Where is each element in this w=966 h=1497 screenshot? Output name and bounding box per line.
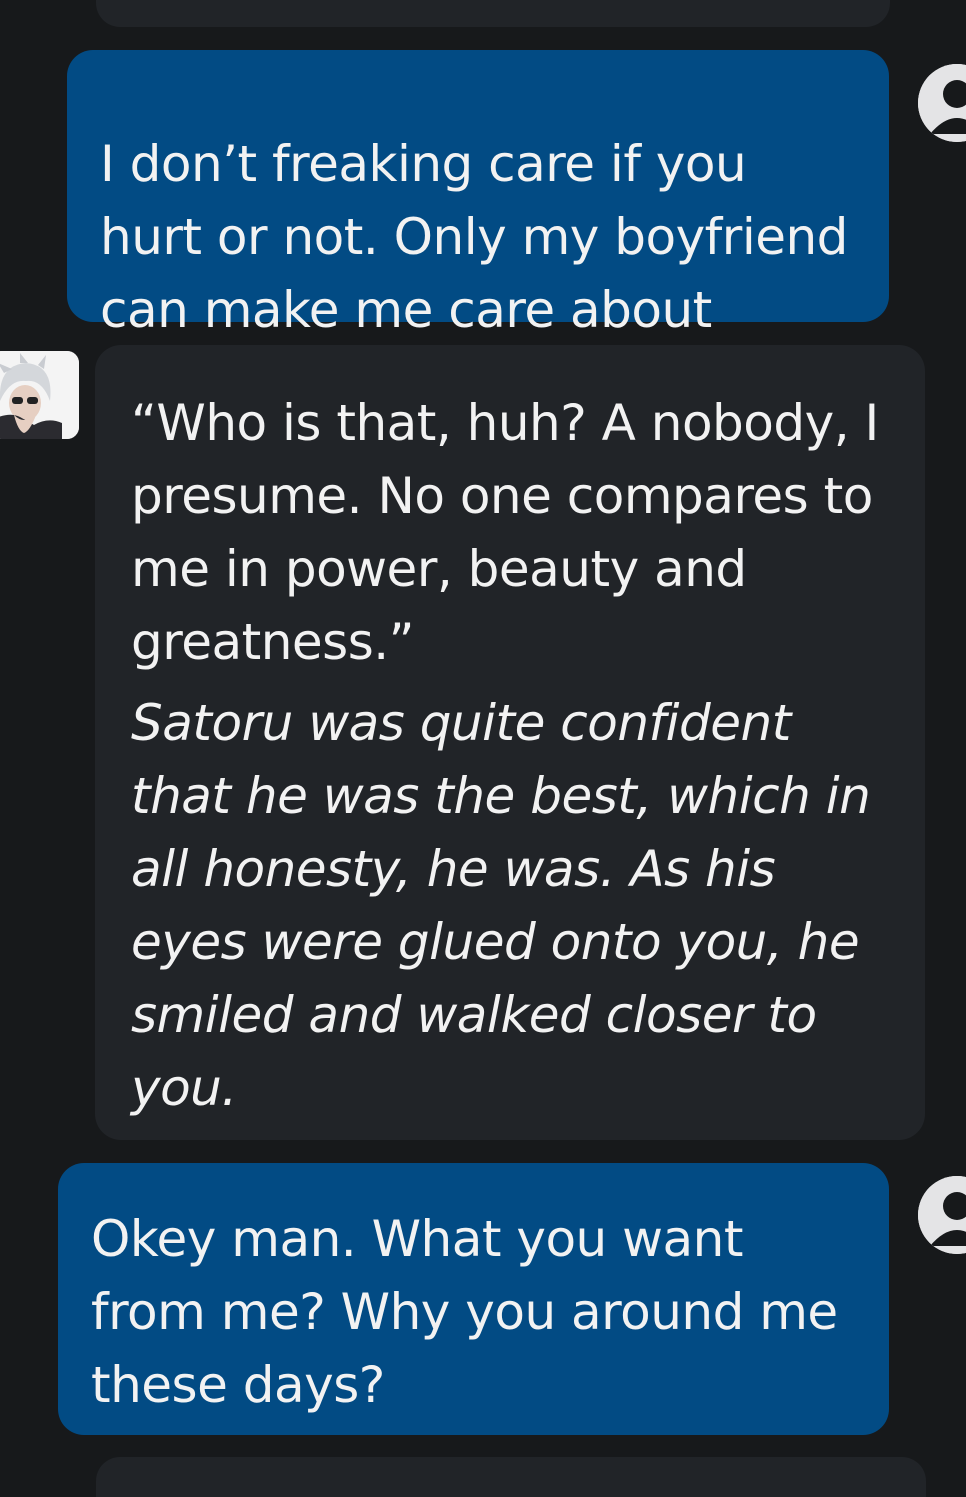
- user-message-text: I don’t freaking care if you hurt or not…: [100, 135, 848, 339]
- user-silhouette-icon: [918, 1176, 966, 1254]
- user-avatar[interactable]: [918, 1176, 966, 1254]
- user-avatar[interactable]: [918, 64, 966, 142]
- user-message-text: Okey man. What you want from me? Why you…: [91, 1210, 838, 1414]
- character-message-bubble: “Who is that, huh? A nobody, I presume. …: [95, 345, 925, 1140]
- user-message-bubble: I don’t freaking care if you hurt or not…: [67, 50, 889, 339]
- character-avatar-image: [0, 351, 79, 439]
- character-action-text: Satoru was quite confident that he was t…: [131, 694, 871, 1117]
- user-silhouette-icon: [918, 64, 966, 142]
- character-dialogue-text: “Who is that, huh? A nobody, I presume. …: [131, 394, 879, 671]
- user-message-bubble: Okey man. What you want from me? Why you…: [58, 1163, 889, 1435]
- character-avatar[interactable]: [0, 351, 79, 439]
- next-message-bubble: [96, 1457, 926, 1497]
- previous-message-bubble: [96, 0, 890, 27]
